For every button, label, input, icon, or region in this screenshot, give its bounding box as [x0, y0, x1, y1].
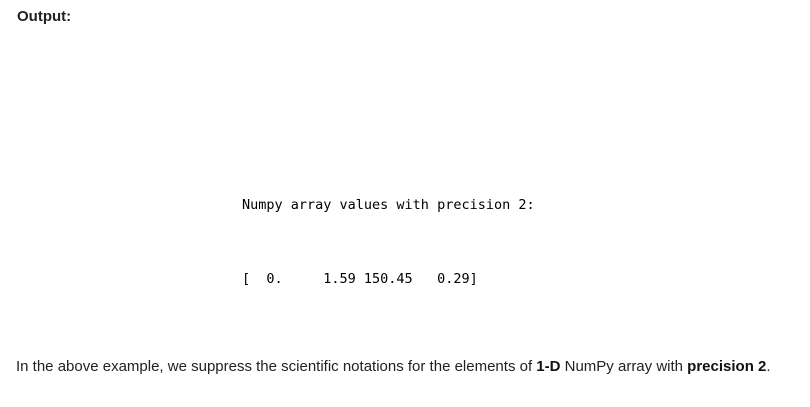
description-text: . — [766, 358, 771, 375]
description-text: NumPy array with — [560, 358, 688, 375]
code-output-block: Numpy array values with precision 2: [ 0… — [242, 160, 535, 306]
code-output-array-line: [ 0. 1.59 150.45 0.29] — [242, 271, 478, 287]
description-bold-precision: precision 2 — [687, 358, 767, 375]
code-output-line: Numpy array values with precision 2: — [242, 197, 535, 213]
output-heading: Output: — [17, 8, 72, 25]
description-text: In the above example, we suppress the sc… — [16, 358, 537, 375]
description-paragraph: In the above example, we suppress the sc… — [16, 353, 791, 380]
description-bold-1d: 1-D — [536, 358, 561, 375]
